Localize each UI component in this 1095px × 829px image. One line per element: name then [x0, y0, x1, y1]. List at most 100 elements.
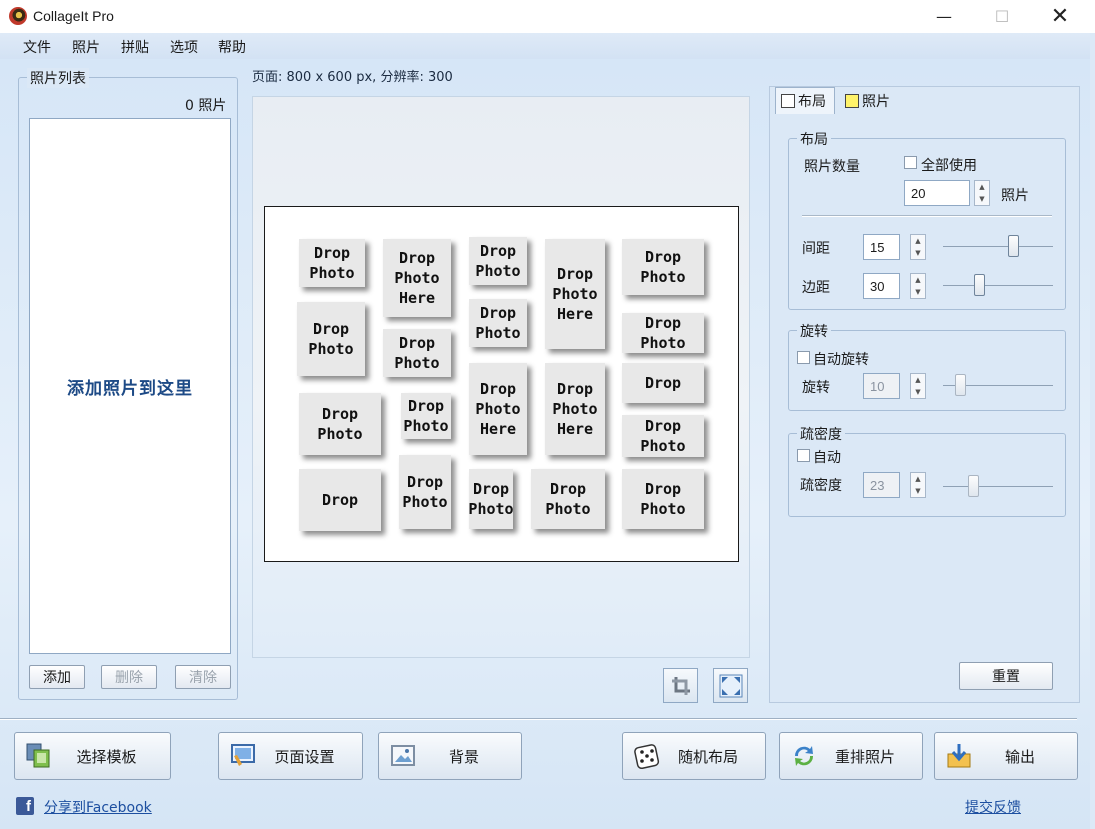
menu-photos[interactable]: 照片 — [72, 37, 100, 57]
margin-input[interactable]: 30 — [863, 273, 900, 299]
auto-rotate-checkbox[interactable] — [797, 351, 810, 364]
photo-count-input[interactable]: 20 — [904, 180, 970, 206]
share-facebook-link[interactable]: 分享到Facebook — [44, 797, 152, 817]
export-label: 输出 — [1004, 747, 1035, 766]
drop-photo-slot[interactable]: Drop Photo — [401, 393, 451, 439]
drop-photo-slot[interactable]: Drop — [622, 363, 704, 403]
photo-list-box[interactable]: 添加照片到这里 — [29, 118, 231, 654]
drop-photo-slot[interactable]: Drop Photo — [622, 313, 704, 353]
shuffle-photos-button[interactable]: 重排照片 — [779, 732, 923, 780]
drop-photo-slot[interactable]: Drop — [299, 469, 381, 531]
sparsity-label: 疏密度 — [800, 478, 842, 494]
sparsity-slider-thumb[interactable] — [967, 475, 979, 497]
drop-photo-text: Drop Photo Here — [394, 249, 440, 307]
app-logo-icon — [9, 7, 27, 25]
fit-screen-button[interactable] — [713, 668, 748, 703]
drop-photo-slot[interactable]: Drop Photo — [299, 393, 381, 455]
background-button[interactable]: 背景 — [378, 732, 522, 780]
rotation-spinner[interactable]: ▲ ▼ — [910, 373, 926, 399]
drop-photo-text: Drop Photo — [640, 248, 686, 286]
menu-file[interactable]: 文件 — [23, 37, 51, 57]
photo-count-text: 0 照片 — [185, 98, 227, 114]
clear-photos-button[interactable]: 清除 — [175, 665, 231, 689]
drop-photo-slot[interactable]: Drop Photo Here — [545, 363, 605, 455]
drop-photo-slot[interactable]: Drop Photo — [297, 302, 365, 376]
toolbar-divider — [0, 718, 1077, 720]
random-layout-label: 随机布局 — [677, 747, 738, 766]
tab-layout-label: 布局 — [798, 94, 826, 110]
rotation-group: 旋转 — [788, 321, 1066, 411]
feedback-link[interactable]: 提交反馈 — [965, 797, 1021, 817]
random-layout-button[interactable]: 随机布局 — [622, 732, 766, 780]
use-all-checkbox[interactable] — [904, 156, 917, 169]
drop-photo-slot[interactable]: Drop Photo Here — [383, 239, 451, 317]
margin-slider-track[interactable] — [943, 285, 1053, 286]
drop-photo-slot[interactable]: Drop Photo — [469, 469, 513, 529]
spacing-input[interactable]: 15 — [863, 234, 900, 260]
drop-photo-slot[interactable]: Drop Photo Here — [469, 363, 527, 455]
menu-collage[interactable]: 拼贴 — [121, 37, 149, 57]
spacing-slider-thumb[interactable] — [1008, 235, 1020, 257]
export-button[interactable]: 输出 — [934, 732, 1078, 780]
layout-icon — [781, 94, 795, 108]
drop-photo-slot[interactable]: Drop Photo — [383, 329, 451, 377]
sparsity-spinner[interactable]: ▲ ▼ — [910, 472, 926, 498]
drop-photo-slot[interactable]: Drop Photo — [299, 239, 365, 287]
drop-photo-slot[interactable]: Drop Photo Here — [545, 239, 605, 349]
drop-photo-slot[interactable]: Drop Photo — [622, 469, 704, 529]
drop-photo-slot[interactable]: Drop Photo — [469, 299, 527, 347]
drop-photo-slot[interactable]: Drop Photo — [622, 415, 704, 457]
crop-tool-button[interactable] — [663, 668, 698, 703]
sparsity-input[interactable]: 23 — [863, 472, 900, 498]
drop-photo-slot[interactable]: Drop Photo — [531, 469, 605, 529]
sparsity-slider-track[interactable] — [943, 486, 1053, 487]
close-button[interactable]: ✕ — [1031, 0, 1089, 33]
layout-legend: 布局 — [797, 129, 831, 149]
minimize-button[interactable]: — — [915, 0, 973, 33]
maximize-button[interactable]: ☐ — [973, 0, 1031, 33]
photo-count-spinner[interactable]: ▲ ▼ — [974, 180, 990, 206]
page-setup-label: 页面设置 — [274, 747, 335, 766]
expand-arrows-icon — [719, 674, 742, 697]
collage-page[interactable]: Drop Photo Drop Photo Here Drop Photo Drop … — [264, 206, 739, 562]
drop-photo-slot[interactable]: Drop Photo — [469, 237, 527, 285]
drop-photo-text: Drop Photo — [640, 417, 686, 455]
rotation-legend: 旋转 — [797, 321, 831, 341]
add-photos-hint: 添加照片到这里 — [67, 378, 193, 399]
tab-photos[interactable]: 照片 — [840, 87, 900, 114]
drop-photo-text: Drop Photo — [309, 244, 355, 282]
drop-photo-text: Drop Photo — [475, 304, 521, 342]
margin-label: 边距 — [802, 280, 830, 296]
margin-slider-thumb[interactable] — [974, 274, 986, 296]
page-setup-button[interactable]: 页面设置 — [218, 732, 363, 780]
drop-photo-slot[interactable]: Drop Photo — [399, 455, 451, 529]
tab-layout[interactable]: 布局 — [775, 87, 835, 114]
sparsity-legend: 疏密度 — [797, 424, 845, 444]
drop-photo-text: Drop Photo Here — [475, 380, 521, 438]
menu-options[interactable]: 选项 — [170, 37, 198, 57]
auto-sparsity-checkbox[interactable] — [797, 449, 810, 462]
drop-photo-text: Drop Photo — [640, 480, 686, 518]
facebook-icon[interactable]: f — [16, 797, 34, 815]
margin-spinner[interactable]: ▲ ▼ — [910, 273, 926, 299]
use-all-label: 全部使用 — [921, 158, 977, 174]
layout-divider — [802, 215, 1052, 217]
auto-sparsity-label: 自动 — [813, 450, 841, 466]
select-template-button[interactable]: 选择模板 — [14, 732, 171, 780]
drop-photo-text: Drop Photo Here — [552, 265, 598, 323]
add-photo-button[interactable]: 添加 — [29, 665, 85, 689]
spacing-slider-track[interactable] — [943, 246, 1053, 247]
reset-button[interactable]: 重置 — [959, 662, 1053, 690]
rotation-label: 旋转 — [802, 380, 830, 396]
drop-photo-text: Drop — [644, 374, 682, 392]
drop-photo-slot[interactable]: Drop Photo — [622, 239, 704, 295]
photo-list-legend: 照片列表 — [27, 68, 89, 88]
menu-bar: 文件 照片 拼贴 选项 帮助 — [0, 33, 1090, 59]
rotation-input[interactable]: 10 — [863, 373, 900, 399]
photo-count-label: 照片数量 — [804, 159, 860, 175]
menu-help[interactable]: 帮助 — [218, 37, 246, 57]
spacing-spinner[interactable]: ▲ ▼ — [910, 234, 926, 260]
rotation-slider-thumb[interactable] — [954, 374, 966, 396]
drop-photo-text: Drop Photo — [403, 397, 449, 435]
remove-photo-button[interactable]: 删除 — [101, 665, 157, 689]
